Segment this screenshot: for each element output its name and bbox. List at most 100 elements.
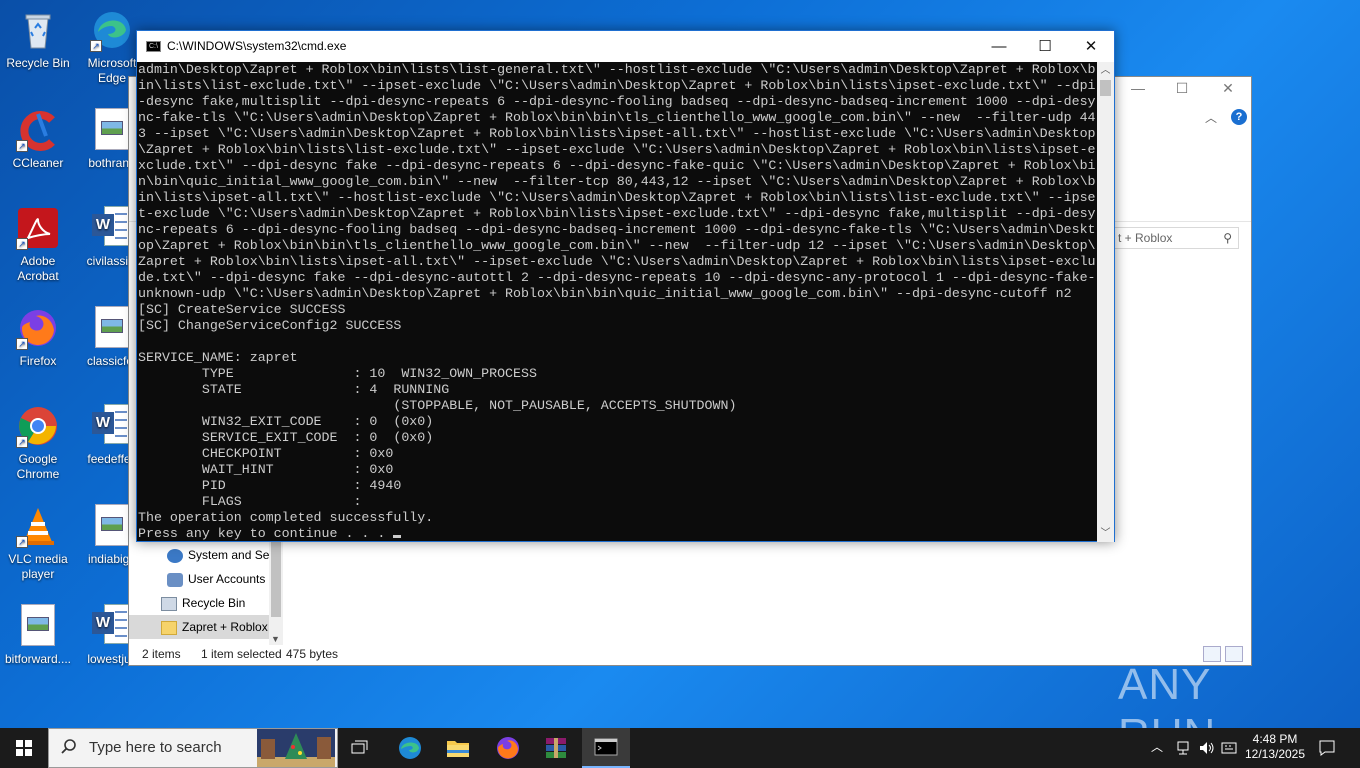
taskbar-cmd[interactable] [582, 728, 630, 768]
console-line: 3 --ipset \"C:\Users\admin\Desktop\Zapre… [138, 126, 1096, 141]
desktop-icon-firefox[interactable]: ↗ Firefox [0, 306, 76, 369]
taskbar-file-explorer[interactable] [434, 728, 482, 768]
window-title: C:\WINDOWS\system32\cmd.exe [167, 39, 347, 53]
console-line: n\bin\quic_initial_www_google_com.bin\" … [138, 174, 1096, 189]
chevron-up-icon[interactable]: ︿ [1097, 62, 1114, 79]
close-button[interactable]: ✕ [1068, 31, 1114, 62]
firefox-icon: ↗ [16, 306, 60, 350]
text-cursor [393, 535, 402, 538]
chevron-up-icon[interactable]: ︿ [1205, 109, 1217, 126]
console-line: admin\Desktop\Zapret + Roblox\bin\lists\… [138, 62, 1096, 77]
cmd-titlebar[interactable]: C:\ C:\WINDOWS\system32\cmd.exe — ☐ ✕ [137, 31, 1114, 62]
console-line: WAIT_HINT : 0x0 [138, 462, 394, 477]
clock-time: 4:48 PM [1252, 732, 1298, 746]
nav-scrollbar[interactable]: ▼ [269, 541, 283, 645]
scrollbar-thumb[interactable] [1100, 80, 1111, 96]
system-clock[interactable]: 4:48 PM 12/13/2025 [1240, 732, 1310, 762]
taskbar-winrar[interactable] [532, 728, 580, 768]
search-icon [61, 739, 76, 754]
chevron-down-icon[interactable]: ﹀ [1097, 525, 1114, 542]
clock-date: 12/13/2025 [1244, 747, 1306, 761]
winrar-icon [546, 738, 566, 758]
desktop-icon-label: VLC media player [8, 552, 68, 581]
console-line: op\Zapret + Roblox\bin\bin\tls_clienthel… [138, 238, 1096, 253]
console-line: WIN32_EXIT_CODE : 0 (0x0) [138, 414, 434, 429]
vlc-icon: ↗ [16, 504, 60, 548]
windows-logo-icon [16, 740, 32, 756]
taskbar-edge[interactable] [386, 728, 434, 768]
console-line: unknown-udp \"C:\Users\admin\Desktop\Zap… [138, 286, 1072, 301]
taskbar: Type here to search ︿ 4:48 PM 12/13/2025 [0, 728, 1360, 768]
desktop-icon-bitforward[interactable]: bitforward.... [0, 604, 76, 667]
search-icon: ⚲ [1223, 231, 1232, 245]
maximize-icon[interactable]: ☐ [1167, 80, 1197, 97]
console-line: SERVICE_EXIT_CODE : 0 (0x0) [138, 430, 434, 445]
network-icon[interactable] [1175, 740, 1191, 756]
taskbar-search-input[interactable]: Type here to search [48, 728, 338, 768]
minimize-icon[interactable]: — [1123, 80, 1153, 96]
nav-item-user-accounts[interactable]: User Accounts [167, 567, 265, 591]
scrollbar-thumb[interactable] [271, 541, 281, 617]
cmd-window[interactable]: C:\ C:\WINDOWS\system32\cmd.exe — ☐ ✕ ad… [136, 30, 1115, 542]
console-line: TYPE : 10 WIN32_OWN_PROCESS [138, 366, 537, 381]
chevron-up-icon[interactable]: ︿ [1151, 740, 1163, 755]
console-line: de.txt\" --dpi-desync fake --dpi-desync-… [138, 270, 1096, 285]
winter-tree-banner-icon [257, 729, 335, 767]
shortcut-arrow-icon: ↗ [16, 338, 28, 350]
start-button[interactable] [0, 728, 48, 768]
maximize-button[interactable]: ☐ [1022, 31, 1068, 62]
console-line: nc-fake-tls \"C:\Users\admin\Desktop\Zap… [138, 110, 1096, 125]
desktop-icon-chrome[interactable]: ↗ Google Chrome [0, 404, 76, 482]
console-line: FLAGS : [138, 494, 362, 509]
acrobat-icon: ↗ [16, 206, 60, 250]
ribbon-controls: ︿ ? [1111, 107, 1251, 129]
console-line: PID : 4940 [138, 478, 402, 493]
console-line: Zapret + Roblox\bin\lists\ipset-all.txt\… [138, 254, 1096, 269]
help-icon[interactable]: ? [1231, 109, 1247, 125]
desktop-icon-vlc[interactable]: ↗ VLC media player [0, 504, 76, 582]
console-line: [SC] CreateService SUCCESS [138, 302, 346, 317]
nav-item-zapret-folder[interactable]: Zapret + Roblox [129, 615, 269, 639]
nav-item-label: Zapret + Roblox [182, 620, 268, 634]
task-view-icon [351, 740, 368, 754]
console-output[interactable]: admin\Desktop\Zapret + Roblox\bin\lists\… [137, 62, 1099, 542]
close-icon[interactable]: ✕ [1213, 80, 1243, 97]
edge-icon [399, 737, 421, 759]
desktop-icon-label: Adobe Acrobat [17, 254, 59, 283]
desktop-icon-recycle-bin[interactable]: Recycle Bin [0, 8, 76, 71]
volume-icon[interactable] [1198, 740, 1216, 756]
console-line: CHECKPOINT : 0x0 [138, 446, 394, 461]
nav-item-recycle-bin[interactable]: Recycle Bin [161, 591, 245, 615]
firefox-icon [497, 737, 519, 759]
cmd-icon: C:\ [146, 41, 161, 52]
shortcut-arrow-icon: ↗ [16, 238, 28, 250]
console-line: The operation completed successfully. [138, 510, 434, 525]
nav-item-label: User Accounts [188, 572, 266, 586]
desktop-icon-label: bitforward.... [4, 652, 72, 666]
notification-icon[interactable] [1318, 739, 1336, 757]
nav-item-system[interactable]: System and Se [167, 543, 269, 567]
keyboard-icon[interactable] [1221, 741, 1237, 755]
desktop-icon-label: Recycle Bin [6, 56, 70, 70]
folder-icon [161, 620, 177, 635]
desktop-icon-acrobat[interactable]: ↗ Adobe Acrobat [0, 206, 76, 284]
shortcut-arrow-icon: ↗ [16, 436, 28, 448]
taskbar-task-view[interactable] [336, 728, 384, 768]
console-line: in\lists\ipset-all.txt\" --hostlist-excl… [138, 190, 1096, 205]
status-selected: 1 item selected [201, 647, 282, 661]
console-line: in\lists\list-exclude.txt\" --ipset-excl… [138, 78, 1096, 93]
shortcut-arrow-icon: ↗ [16, 536, 28, 548]
chrome-icon: ↗ [16, 404, 60, 448]
console-scrollbar[interactable]: ︿ ﹀ [1097, 62, 1114, 542]
ccleaner-icon: ↗ [16, 108, 60, 152]
console-line: nc-repeats 6 --dpi-desync-fooling badseq… [138, 222, 1096, 237]
status-item-count: 2 items [142, 647, 181, 661]
console-line: (STOPPABLE, NOT_PAUSABLE, ACCEPTS_SHUTDO… [138, 398, 737, 413]
edge-icon: ↗ [90, 8, 134, 52]
minimize-button[interactable]: — [976, 31, 1022, 62]
explorer-search-input[interactable]: t + Roblox ⚲ [1113, 227, 1239, 249]
desktop-icon-ccleaner[interactable]: ↗ CCleaner [0, 108, 76, 171]
cmd-icon [594, 738, 618, 756]
taskbar-firefox[interactable] [484, 728, 532, 768]
